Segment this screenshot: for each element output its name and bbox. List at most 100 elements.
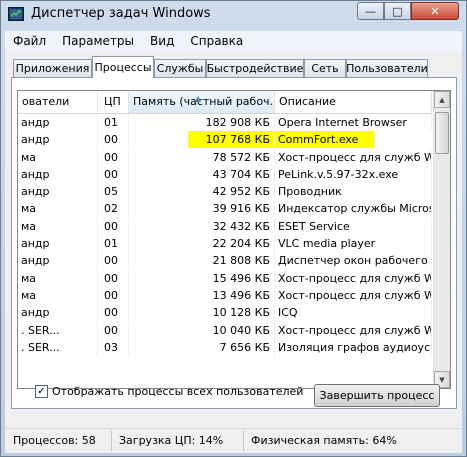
maximize-button[interactable]: □	[384, 2, 411, 20]
status-bar: Процессов: 58 Загрузка ЦП: 14% Физическа…	[5, 428, 462, 453]
cell-cpu: 05	[98, 183, 129, 201]
scroll-down-icon: ▼	[439, 375, 445, 384]
cell-description: ESET Service	[275, 217, 432, 235]
maximize-icon: □	[392, 4, 403, 18]
column-header-row: ователи ЦП ▲ Память (частный рабоч... Оп…	[18, 91, 432, 114]
scrollbar-thumb[interactable]	[435, 112, 449, 154]
cell-cpu: 00	[98, 252, 129, 270]
title-bar[interactable]: Диспетчер задач Windows — □ ✕	[1, 1, 466, 29]
menu-view[interactable]: Вид	[142, 34, 182, 48]
cell-memory: 7 656 КБ	[129, 338, 275, 356]
cell-cpu: 00	[98, 165, 129, 183]
table-row[interactable]: андр 00 10 128 КБ ICQ	[18, 304, 432, 322]
cell-description: Хост-процесс для служб Windows	[275, 286, 432, 304]
cell-memory: 13 496 КБ	[129, 286, 275, 304]
cell-user: андр	[18, 165, 98, 183]
show-all-processes-checkbox[interactable]: ✓	[35, 385, 48, 398]
vertical-scrollbar[interactable]: ▲ ▼	[433, 91, 450, 388]
table-row[interactable]: ма0013 496 КБХост-процесс для служб Wind…	[18, 286, 432, 304]
processes-panel: ователи ЦП ▲ Память (частный рабоч... Оп…	[11, 77, 457, 409]
end-process-button[interactable]: Завершить процесс	[314, 384, 440, 407]
cell-memory: 21 808 КБ	[129, 252, 275, 270]
tab-services[interactable]: Службы	[154, 59, 206, 77]
checkmark-icon: ✓	[37, 386, 46, 397]
table-row[interactable]: ма0015 496 КБХост-процесс для служб Wind…	[18, 269, 432, 287]
cell-description: Проводник	[275, 183, 432, 201]
tab-applications[interactable]: Приложения	[13, 59, 92, 77]
cell-user: ма	[18, 200, 98, 218]
cell-memory: 78 572 КБ	[129, 148, 275, 166]
cell-description: Хост-процесс для служб Windows	[275, 269, 432, 287]
table-row[interactable]: андр 00 43 704 КБ PeLink.v.5.97-32x.exe	[18, 165, 432, 183]
table-row[interactable]: андр 01 182 908 КБ Opera Internet Browser	[18, 114, 432, 131]
cell-cpu: 00	[98, 148, 129, 166]
table-row[interactable]: андр 00 107 768 КБ CommFort.exe	[18, 131, 432, 149]
cell-user: . SER...	[18, 338, 98, 356]
table-row[interactable]: . SER... 03 7 656 КБ Изоляция графов аудиоу…	[18, 338, 432, 356]
process-list[interactable]: ователи ЦП ▲ Память (частный рабоч... Оп…	[17, 90, 451, 389]
cell-cpu: 01	[98, 235, 129, 253]
table-row[interactable]: андр 05 42 952 КБ Проводник	[18, 183, 432, 201]
cell-memory: 10 128 КБ	[129, 304, 275, 322]
column-header-memory-label: Память (частный рабоч...	[133, 95, 275, 108]
tab-performance[interactable]: Быстродействие	[206, 59, 304, 77]
cell-cpu: 00	[98, 131, 129, 149]
cell-memory: 39 916 КБ	[129, 200, 275, 218]
tab-users[interactable]: Пользователи	[346, 59, 428, 77]
cell-user: андр	[18, 252, 98, 270]
column-header-description[interactable]: Описание	[275, 91, 432, 113]
cell-description: Индексатор службы Microsoft Windows	[275, 200, 432, 218]
table-row[interactable]: . SER... 00 10 040 КБ Хост-процесс для служ…	[18, 321, 432, 339]
table-row[interactable]: ма0239 916 КБИндексатор службы Microsoft…	[18, 200, 432, 218]
cell-description: Изоляция графов аудиоустройств	[275, 338, 432, 356]
client-area: Приложения Процессы Службы Быстродействи…	[5, 51, 462, 453]
cell-description: Opera Internet Browser	[275, 114, 432, 131]
cell-description: VLC media player	[275, 235, 432, 253]
cell-user: ма	[18, 148, 98, 166]
close-button[interactable]: ✕	[411, 2, 459, 20]
cell-cpu: 00	[98, 269, 129, 287]
tab-processes[interactable]: Процессы	[92, 56, 154, 78]
status-physical-memory: Физическая память: 64%	[251, 434, 397, 447]
cell-memory: 107 768 КБ	[188, 131, 275, 149]
tab-networking[interactable]: Сеть	[304, 59, 346, 77]
cell-memory: 43 704 КБ	[129, 165, 275, 183]
table-row[interactable]: ма0078 572 КБХост-процесс для служб Wind…	[18, 148, 432, 166]
column-header-user[interactable]: ователи	[18, 91, 98, 113]
menu-file[interactable]: Файл	[5, 34, 54, 48]
menu-options[interactable]: Параметры	[54, 34, 142, 48]
cell-user: ма	[18, 269, 98, 287]
cell-user: андр	[18, 131, 98, 149]
process-rows: андр 01 182 908 КБ Opera Internet Browser а…	[18, 114, 432, 356]
status-cpu-usage: Загрузка ЦП: 14%	[119, 434, 224, 447]
cell-description: ICQ	[275, 304, 432, 322]
cell-memory: 10 040 КБ	[129, 321, 275, 339]
close-icon: ✕	[430, 4, 440, 18]
menu-help[interactable]: Справка	[182, 34, 251, 48]
minimize-icon: —	[365, 4, 376, 18]
cell-memory: 32 432 КБ	[129, 217, 275, 235]
cell-user: андр	[18, 183, 98, 201]
scroll-up-button[interactable]: ▲	[434, 91, 450, 108]
cell-user: . SER...	[18, 321, 98, 339]
cell-memory: 42 952 КБ	[129, 183, 275, 201]
cell-description: Диспетчер окон рабочего стола	[275, 252, 432, 270]
table-row[interactable]: ма 00 32 432 КБ ESET Service	[18, 217, 432, 235]
show-all-processes-option[interactable]: ✓ Отображать процессы всех пользователей	[35, 385, 303, 398]
cell-user: андр	[18, 235, 98, 253]
column-header-memory[interactable]: ▲ Память (частный рабоч...	[129, 91, 275, 113]
cell-cpu: 01	[98, 114, 129, 131]
minimize-button[interactable]: —	[357, 2, 384, 20]
cell-memory: 15 496 КБ	[129, 269, 275, 287]
cell-memory: 22 204 КБ	[129, 235, 275, 253]
cell-description: PeLink.v.5.97-32x.exe	[275, 165, 432, 183]
status-divider	[243, 431, 244, 451]
column-header-cpu[interactable]: ЦП	[98, 91, 129, 113]
show-all-processes-label: Отображать процессы всех пользователей	[52, 385, 304, 398]
table-row[interactable]: андр0021 808 КБДиспетчер окон рабочего с…	[18, 252, 432, 270]
table-row[interactable]: андр 01 22 204 КБ VLC media player	[18, 235, 432, 253]
status-divider	[111, 431, 112, 451]
menu-bar: Файл Параметры Вид Справка	[5, 31, 462, 51]
cell-cpu: 00	[98, 304, 129, 322]
cell-description: Хост-процесс для служб Windows	[275, 321, 432, 339]
